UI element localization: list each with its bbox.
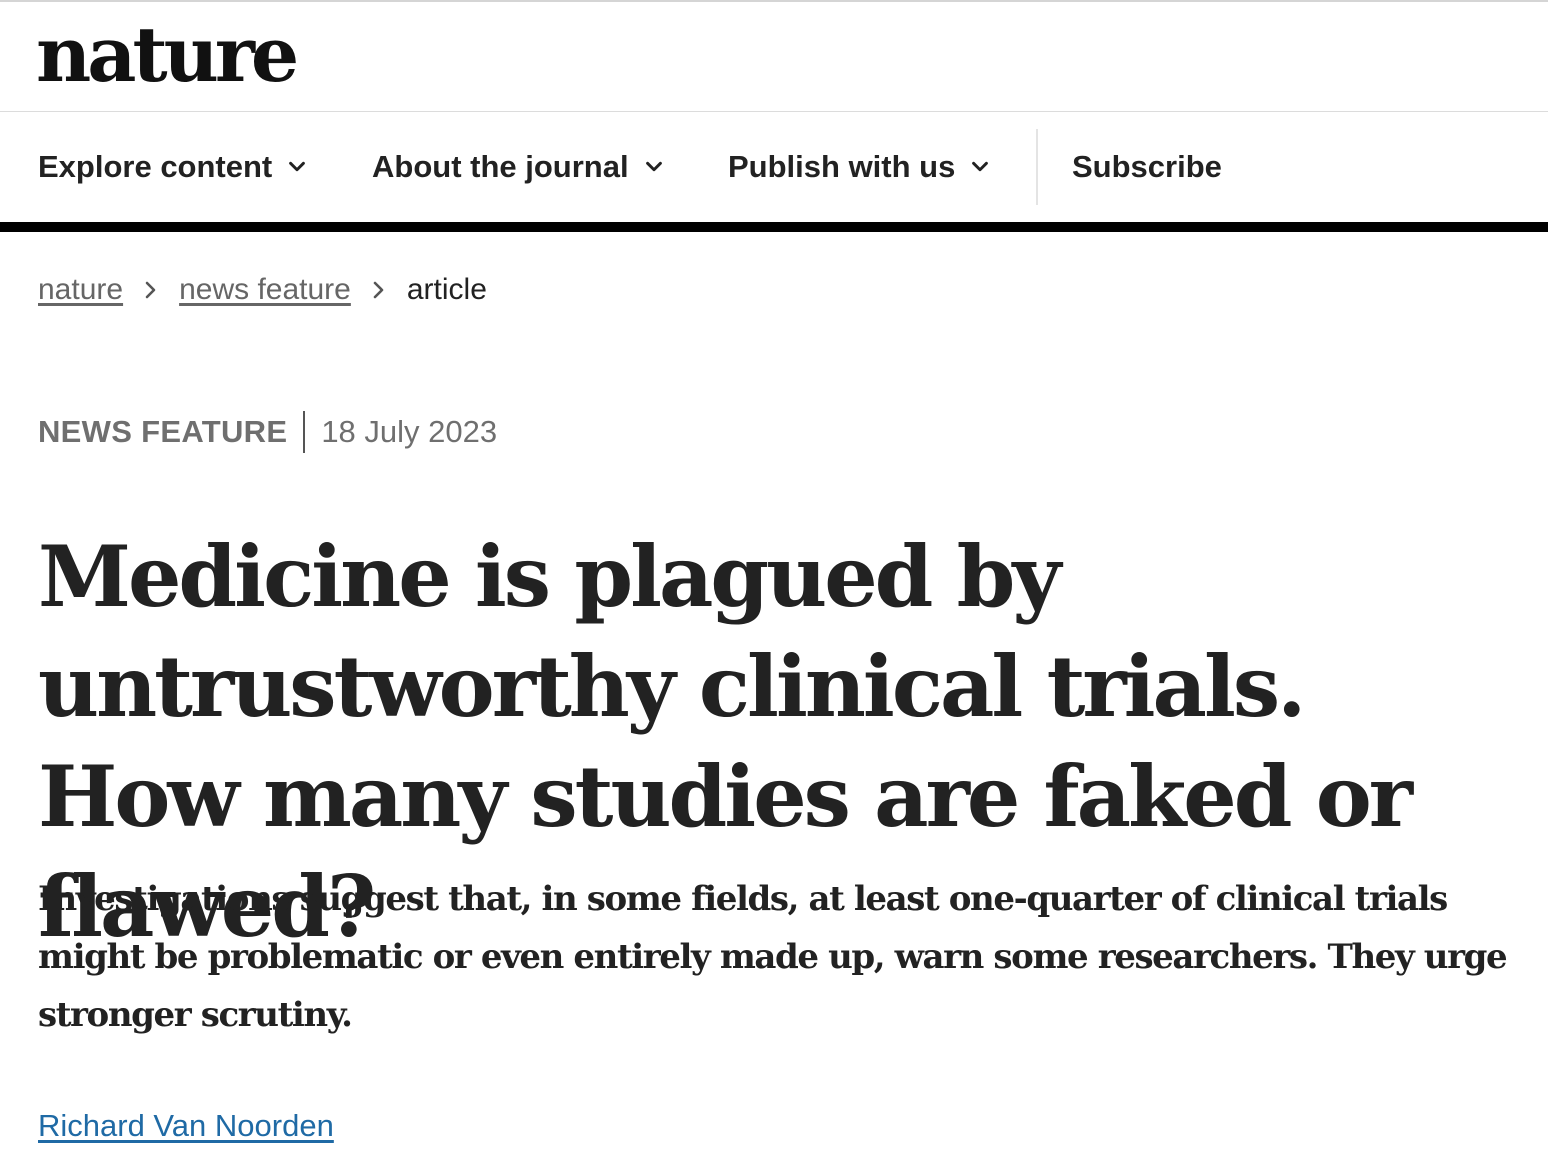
chevron-down-icon <box>289 161 306 172</box>
main-nav: Explore content About the journal Publis… <box>0 113 1548 223</box>
chevron-down-icon <box>972 161 989 172</box>
article-standfirst: Investigations suggest that, in some fie… <box>38 879 1508 1035</box>
breadcrumb: nature news feature article <box>38 268 487 312</box>
nav-about-the-journal-label: About the journal <box>372 149 629 184</box>
nav-about-the-journal[interactable]: About the journal <box>372 113 665 221</box>
breadcrumb-nature[interactable]: nature <box>38 273 123 307</box>
chevron-right-icon <box>373 281 384 299</box>
publication-date: 18 July 2023 <box>321 414 498 449</box>
nav-explore-content-label: Explore content <box>38 149 273 184</box>
nav-bottom-bar <box>0 222 1548 232</box>
masthead: nature <box>0 2 1548 112</box>
nav-subscribe[interactable]: Subscribe <box>1072 113 1222 221</box>
meta-divider <box>303 411 306 453</box>
breadcrumb-news-feature[interactable]: news feature <box>179 273 351 307</box>
chevron-down-icon <box>645 161 662 172</box>
nature-logo[interactable]: nature <box>36 10 299 100</box>
article-type-label: NEWS FEATURE <box>38 414 288 449</box>
nav-publish-with-us[interactable]: Publish with us <box>728 113 991 221</box>
author-link[interactable]: Richard Van Noorden <box>38 1108 334 1144</box>
article-meta: NEWS FEATURE 18 July 2023 <box>38 410 497 454</box>
nav-publish-with-us-label: Publish with us <box>728 149 956 184</box>
chevron-right-icon <box>145 281 156 299</box>
nav-divider <box>1036 129 1038 205</box>
breadcrumb-current: article <box>406 273 487 306</box>
nav-explore-content[interactable]: Explore content <box>38 113 308 221</box>
